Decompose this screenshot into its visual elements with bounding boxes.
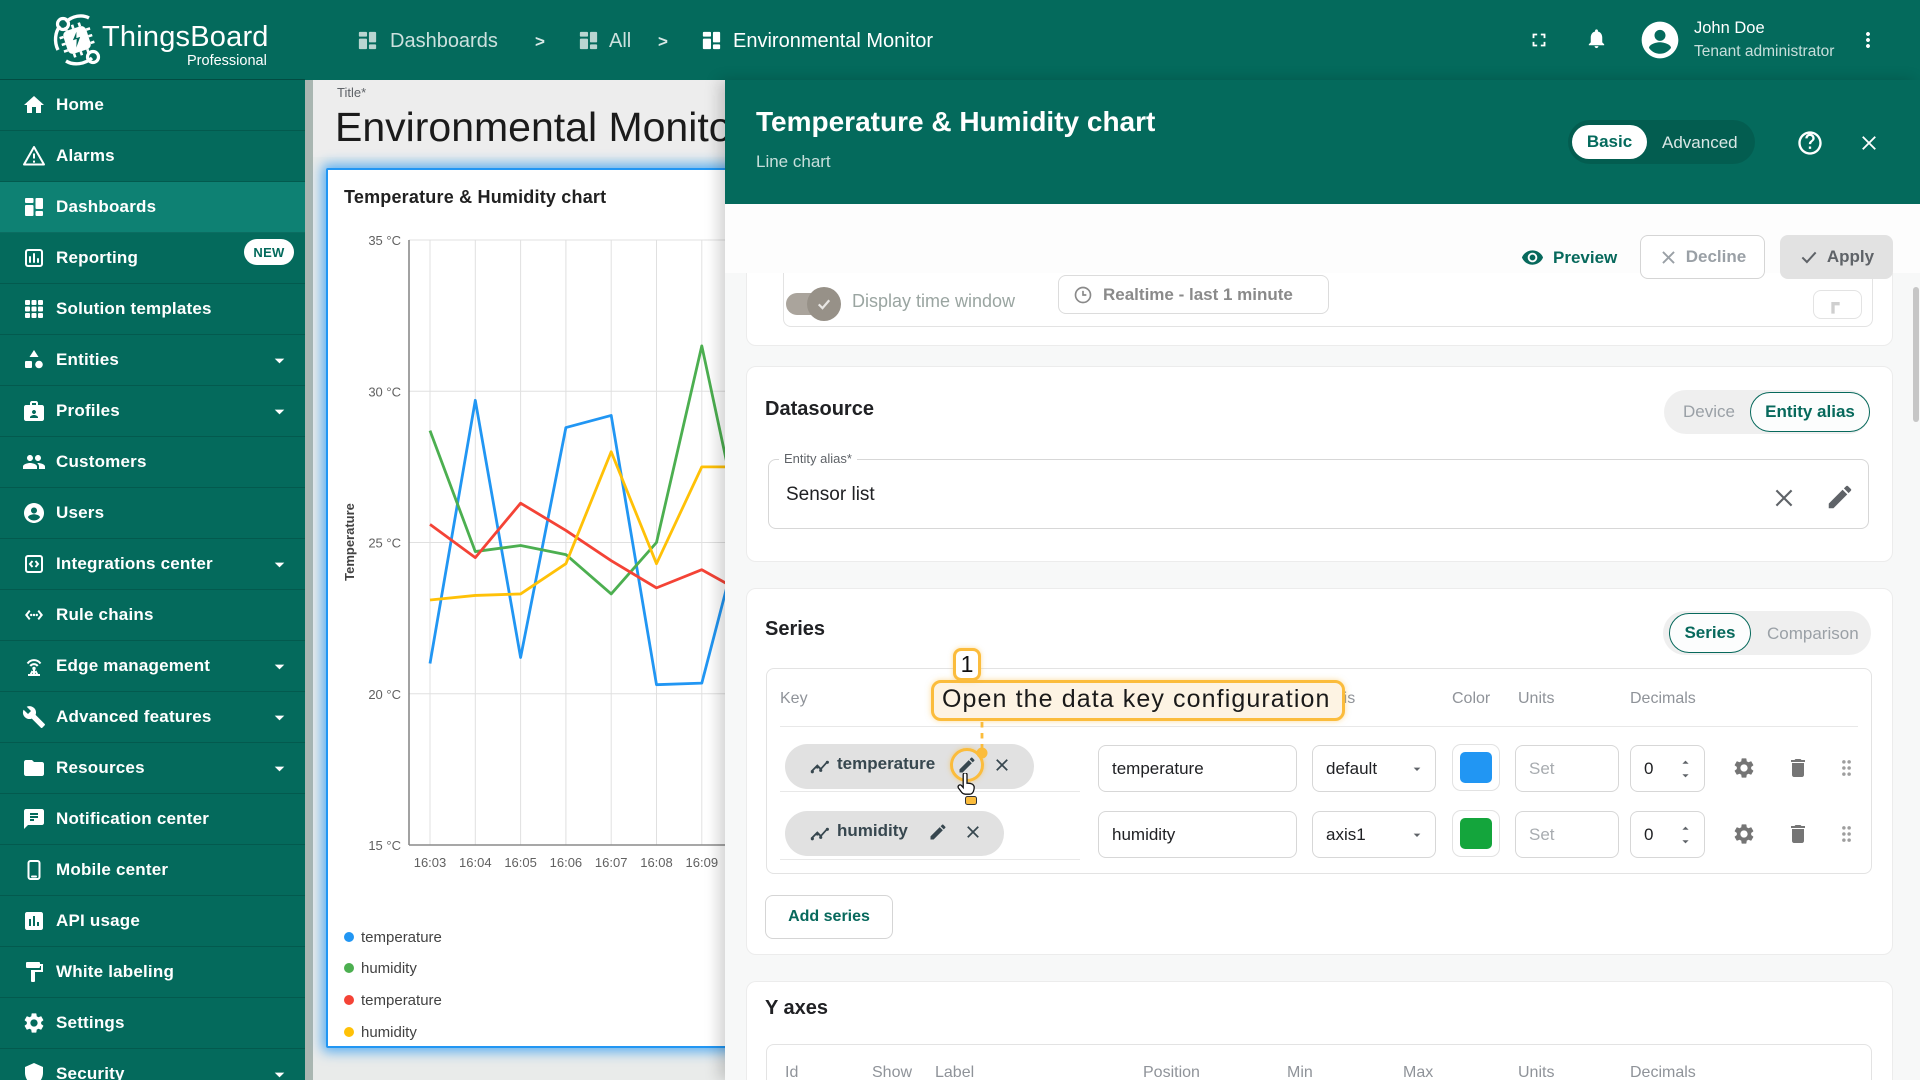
svg-text:Temperature: Temperature [342, 503, 357, 581]
svg-text:30 °C: 30 °C [368, 384, 401, 399]
svg-text:16:08: 16:08 [640, 855, 673, 870]
svg-text:20 °C: 20 °C [368, 687, 401, 702]
svg-text:16:06: 16:06 [550, 855, 583, 870]
svg-text:25 °C: 25 °C [368, 536, 401, 551]
svg-text:16:05: 16:05 [504, 855, 537, 870]
svg-text:16:09: 16:09 [686, 855, 719, 870]
svg-text:16:03: 16:03 [414, 855, 447, 870]
svg-text:15 °C: 15 °C [368, 838, 401, 853]
svg-text:16:07: 16:07 [595, 855, 628, 870]
svg-text:16:04: 16:04 [459, 855, 492, 870]
svg-text:35 °C: 35 °C [368, 233, 401, 248]
